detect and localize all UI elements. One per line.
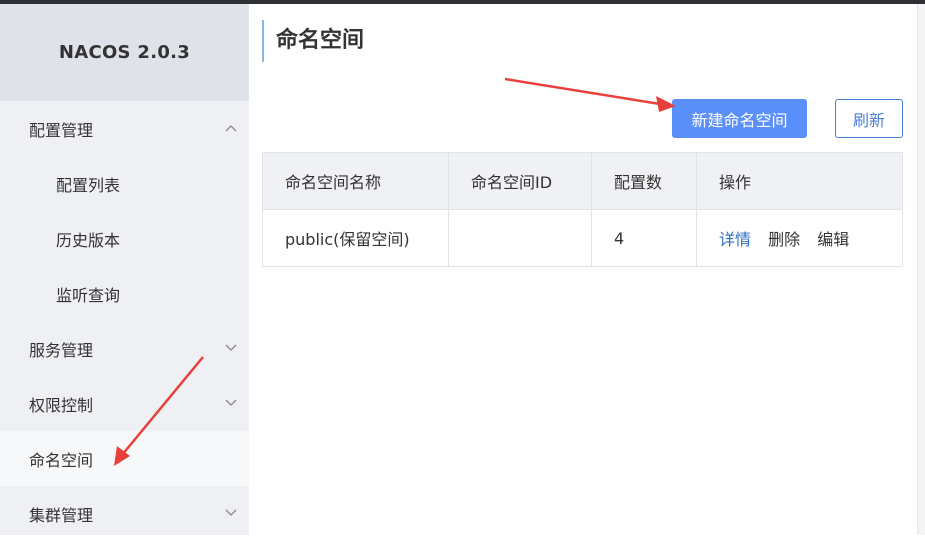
sidebar-item-history[interactable]: 历史版本 [0,211,249,266]
chevron-up-icon [225,124,237,134]
sidebar-item-label: 集群管理 [29,505,94,525]
edit-link[interactable]: 编辑 [817,230,849,249]
column-header-actions: 操作 [696,152,903,210]
column-header-id: 命名空间ID [448,152,592,210]
chevron-down-icon [225,509,237,519]
sidebar-item-label: 权限控制 [29,395,94,415]
sidebar-item-label: 命名空间 [29,450,94,470]
details-link[interactable]: 详情 [719,230,751,249]
sidebar-item-label: 监听查询 [56,285,121,305]
delete-link[interactable]: 删除 [768,230,800,249]
page-title: 命名空间 [262,20,364,62]
scrollbar-track[interactable] [917,4,925,535]
sidebar-item-config-management[interactable]: 配置管理 [0,101,249,156]
sidebar-menu: 配置管理 配置列表 历史版本 监听查询 服务管理 权限控制 命名空间 集群管理 [0,101,249,541]
config-count-cell: 4 [591,209,697,267]
refresh-button[interactable]: 刷新 [835,99,903,138]
new-namespace-button[interactable]: 新建命名空间 [672,99,807,138]
sidebar-item-config-list[interactable]: 配置列表 [0,156,249,211]
sidebar-item-label: 配置列表 [56,175,121,195]
main-content: 命名空间 新建命名空间 刷新 命名空间名称 命名空间ID 配置数 操作 publ… [249,4,917,535]
sidebar-item-label: 配置管理 [29,120,94,140]
sidebar-item-label: 服务管理 [29,340,94,360]
sidebar-item-listener-query[interactable]: 监听查询 [0,266,249,321]
chevron-down-icon [225,399,237,409]
column-header-name: 命名空间名称 [262,152,449,210]
actions-cell: 详情 删除 编辑 [696,209,903,267]
sidebar-item-namespace[interactable]: 命名空间 [0,431,249,486]
sidebar-item-cluster-management[interactable]: 集群管理 [0,486,249,541]
sidebar-item-access-control[interactable]: 权限控制 [0,376,249,431]
sidebar-item-label: 历史版本 [56,230,121,250]
chevron-down-icon [225,344,237,354]
sidebar-item-service-management[interactable]: 服务管理 [0,321,249,376]
namespace-name-cell: public(保留空间) [262,209,449,267]
sidebar: NACOS 2.0.3 配置管理 配置列表 历史版本 监听查询 服务管理 权限控… [0,4,249,535]
namespace-table: 命名空间名称 命名空间ID 配置数 操作 public(保留空间) 4 详情 删… [262,152,903,267]
table-header-row: 命名空间名称 命名空间ID 配置数 操作 [262,152,903,210]
namespace-id-cell [448,209,592,267]
brand-logo: NACOS 2.0.3 [0,4,249,101]
table-row: public(保留空间) 4 详情 删除 编辑 [262,209,903,267]
column-header-config-count: 配置数 [591,152,697,210]
